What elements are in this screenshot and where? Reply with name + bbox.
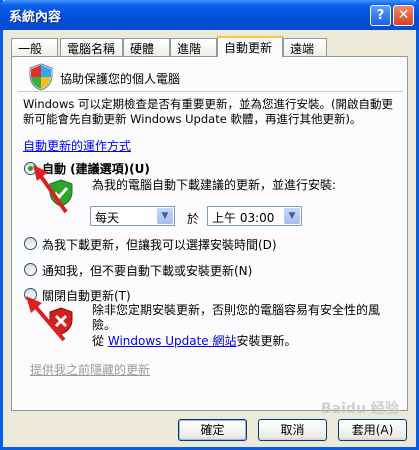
chevron-down-icon[interactable]: ▼ [157,208,173,224]
system-properties-window: 系統內容 ? ✕ 一般 電腦名稱 硬體 進階 自動更新 遠端 協助保護您的個人電… [0,0,419,450]
download-radio-label[interactable]: 為我下載更新，但讓我可以選擇安裝時間(D) [42,236,277,253]
day-select[interactable]: 每天 ▼ [90,206,175,226]
cancel-button[interactable]: 取消 [258,419,327,441]
auto-update-panel: 協助保護您的個人電腦 Windows 可以定期檢查是否有重要更新，並為您進行安裝… [11,56,408,411]
notify-radio-label[interactable]: 通知我，但不要自動下載或安裝更新(N) [42,262,252,279]
notify-radio[interactable] [24,263,37,276]
off-warning-text: 除非您定期安裝更新，否則您的電腦容易有安全性的風險。 [92,303,381,332]
how-it-works-link[interactable]: 自動更新的運作方式 [23,137,131,154]
hidden-updates-link[interactable]: 提供我之前隱藏的更新 [30,361,150,378]
from-prefix: 從 [92,334,105,348]
windows-update-line: 從 Windows Update 網站安裝更新。 [92,332,297,349]
tab-remote[interactable]: 遠端 [283,38,327,56]
time-select[interactable]: 上午 03:00 ▼ [207,206,302,226]
at-label: 於 [187,212,200,226]
tab-automatic-updates[interactable]: 自動更新 [217,36,283,57]
tab-computer-name[interactable]: 電腦名稱 [60,38,123,56]
from-suffix: 安裝更新。 [236,334,297,348]
auto-description: 為我的電腦自動下載建議的更新，並進行安裝: [92,178,337,192]
auto-radio[interactable] [24,162,37,175]
tab-advanced[interactable]: 進階 [170,38,217,56]
watermark-text: Baidu 经验 [321,401,399,417]
ok-button[interactable]: 確定 [178,419,247,441]
off-radio[interactable] [24,288,37,301]
tab-hardware[interactable]: 硬體 [123,38,170,56]
security-shield-icon [29,63,53,91]
chevron-down-icon[interactable]: ▼ [284,208,300,224]
title-bar[interactable]: 系統內容 ? ✕ [0,0,419,30]
day-select-value: 每天 [95,211,120,225]
off-radio-label[interactable]: 關閉自動更新(T) [42,287,131,304]
header-title: 協助保護您的個人電腦 [60,72,181,86]
windows-update-link[interactable]: Windows Update 網站 [108,334,237,348]
description-text: Windows 可以定期檢查是否有重要更新，並為您進行安裝。(開啟自動更新可能會… [23,97,393,126]
window-title: 系統內容 [9,10,62,25]
auto-radio-label[interactable]: 自動 (建議選項)(U) [42,160,150,177]
apply-button[interactable]: 套用(A) [338,419,407,441]
download-radio[interactable] [24,237,37,250]
help-button[interactable]: ? [370,5,391,26]
green-shield-icon [49,179,73,207]
close-button[interactable]: ✕ [393,5,414,26]
header-divider [18,91,403,92]
red-shield-icon [49,307,73,335]
tab-general[interactable]: 一般 [11,38,58,56]
time-select-value: 上午 03:00 [212,211,275,225]
